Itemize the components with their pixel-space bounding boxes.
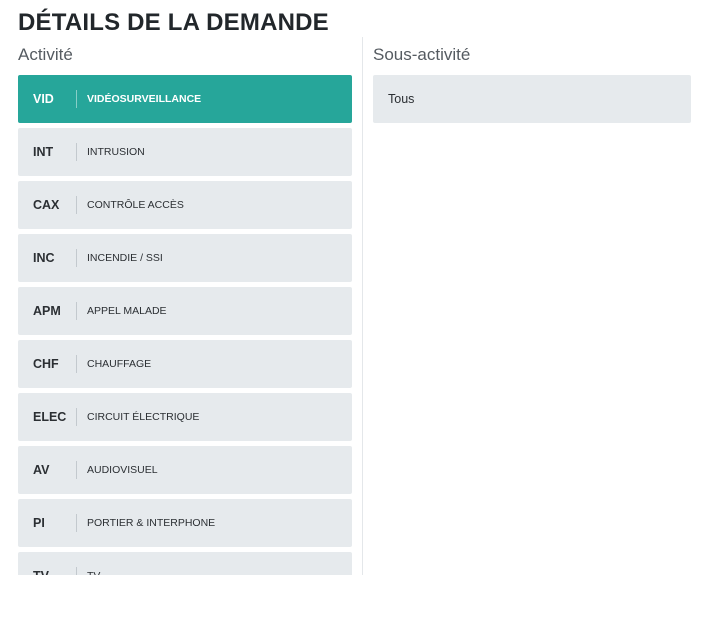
column-divider [362, 37, 363, 575]
activity-item[interactable]: VID VIDÉOSURVEILLANCE [18, 75, 352, 123]
activity-label: CONTRÔLE ACCÈS [87, 199, 184, 211]
activity-code: ELEC [33, 410, 67, 424]
activity-column-title: Activité [18, 45, 73, 64]
activity-item[interactable]: AV AUDIOVISUEL [18, 446, 352, 494]
activity-item[interactable]: CHF CHAUFFAGE [18, 340, 352, 388]
activity-label: TV [77, 570, 100, 575]
activity-code: CHF [33, 357, 59, 371]
activity-label: INCENDIE / SSI [87, 252, 163, 264]
activity-label: CIRCUIT ÉLECTRIQUE [87, 411, 200, 423]
activity-code: TV [18, 569, 76, 575]
activity-item[interactable]: APM APPEL MALADE [18, 287, 352, 335]
activity-code: APM [33, 304, 61, 318]
activity-item[interactable]: INC INCENDIE / SSI [18, 234, 352, 282]
subactivity-list: Tous [373, 75, 691, 123]
activity-label: AUDIOVISUEL [87, 464, 158, 476]
activity-item[interactable]: TV TV [18, 552, 352, 575]
subactivity-column-title: Sous-activité [373, 45, 471, 64]
activity-label: CHAUFFAGE [87, 358, 152, 370]
activity-code: VID [33, 92, 54, 106]
activity-label: VIDÉOSURVEILLANCE [87, 93, 202, 105]
activity-code: CAX [33, 198, 60, 212]
activity-item[interactable]: ELEC CIRCUIT ÉLECTRIQUE [18, 393, 352, 441]
subactivity-label: Tous [388, 92, 415, 106]
subactivity-item[interactable]: Tous [373, 75, 691, 123]
activity-label: PORTIER & INTERPHONE [87, 517, 216, 529]
activity-label: INTRUSION [87, 146, 145, 158]
activity-label: APPEL MALADE [87, 305, 167, 317]
activity-code: INC [33, 251, 55, 265]
activity-code: INT [33, 145, 54, 159]
activity-code: AV [33, 463, 50, 477]
page-title: DÉTAILS DE LA DEMANDE [18, 9, 329, 36]
request-details-page: DÉTAILS DE LA DEMANDE Activité Sous-acti… [0, 0, 707, 622]
activity-item[interactable]: PI PORTIER & INTERPHONE [18, 499, 352, 547]
activity-code: PI [33, 516, 45, 530]
activity-item[interactable]: CAX CONTRÔLE ACCÈS [18, 181, 352, 229]
activity-list[interactable]: VID VIDÉOSURVEILLANCE INT INTRUSION CAX … [18, 75, 352, 575]
activity-item[interactable]: INT INTRUSION [18, 128, 352, 176]
